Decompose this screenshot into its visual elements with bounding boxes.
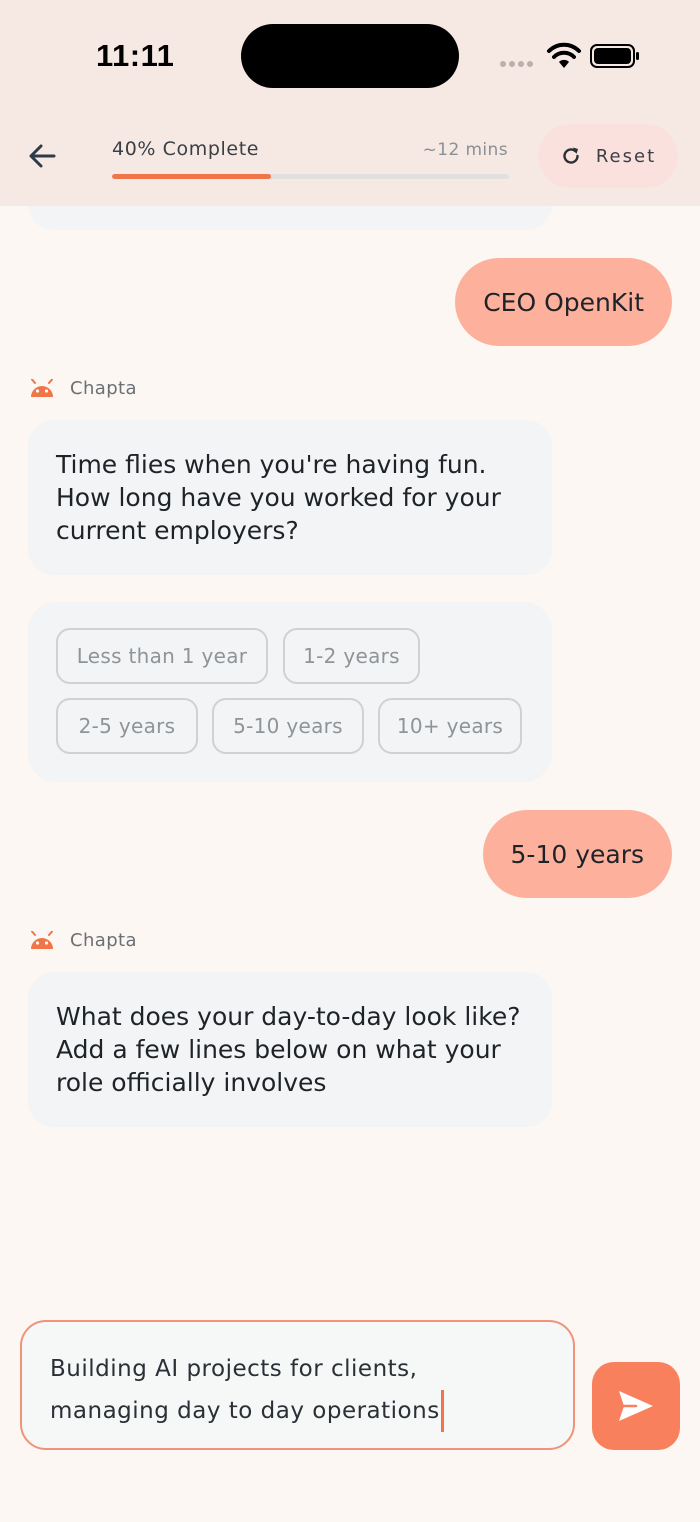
android-icon xyxy=(31,930,53,949)
user-message: 5-10 years xyxy=(482,810,672,898)
option-chip[interactable]: 1-2 years xyxy=(283,628,420,684)
chat-thread[interactable]: CEO OpenKit Chapta Time flies when you'r… xyxy=(0,206,700,1296)
status-bar: 11:11 xyxy=(0,0,700,110)
send-icon xyxy=(619,1391,653,1421)
progress-bar xyxy=(112,174,509,179)
bot-message: Time flies when you're having fun. How l… xyxy=(28,420,552,575)
time-estimate: ~12 mins xyxy=(422,140,508,160)
refresh-icon xyxy=(563,147,579,164)
bot-sender-name: Chapta xyxy=(70,930,137,951)
option-chip[interactable]: 10+ years xyxy=(378,698,522,754)
reset-button[interactable]: Reset xyxy=(538,124,678,188)
option-chip[interactable]: 2-5 years xyxy=(56,698,198,754)
back-button[interactable] xyxy=(22,136,62,176)
option-chip[interactable]: 5-10 years xyxy=(212,698,364,754)
battery-icon xyxy=(590,44,639,68)
user-message: CEO OpenKit xyxy=(455,258,672,346)
android-icon xyxy=(31,378,53,397)
bot-sender: Chapta xyxy=(28,930,137,951)
reset-label: Reset xyxy=(595,145,657,167)
message-input-line-wrap: managing day to day operations xyxy=(50,1390,545,1432)
arrow-left-icon xyxy=(29,144,56,168)
cellular-signal-icon xyxy=(500,61,533,67)
bot-sender-name: Chapta xyxy=(70,378,137,399)
message-input-line: managing day to day operations xyxy=(50,1398,440,1424)
message-input-line: Building AI projects for clients, xyxy=(50,1356,418,1382)
option-chip[interactable]: Less than 1 year xyxy=(56,628,268,684)
header: 40% Complete ~12 mins Reset xyxy=(0,110,700,206)
send-button[interactable] xyxy=(592,1362,680,1450)
message-input[interactable]: Building AI projects for clients, managi… xyxy=(20,1320,575,1450)
bot-message: What does your day-to-day look like? Add… xyxy=(28,972,552,1127)
progress-label: 40% Complete xyxy=(112,138,260,160)
bot-sender: Chapta xyxy=(28,378,137,399)
dynamic-island xyxy=(241,24,459,88)
progress-bar-fill xyxy=(112,174,271,179)
answer-options: Less than 1 year 1-2 years 2-5 years 5-1… xyxy=(28,602,552,782)
text-caret xyxy=(440,1390,444,1432)
wifi-icon xyxy=(547,42,581,68)
previous-bot-bubble xyxy=(28,206,552,230)
status-time: 11:11 xyxy=(96,38,175,73)
